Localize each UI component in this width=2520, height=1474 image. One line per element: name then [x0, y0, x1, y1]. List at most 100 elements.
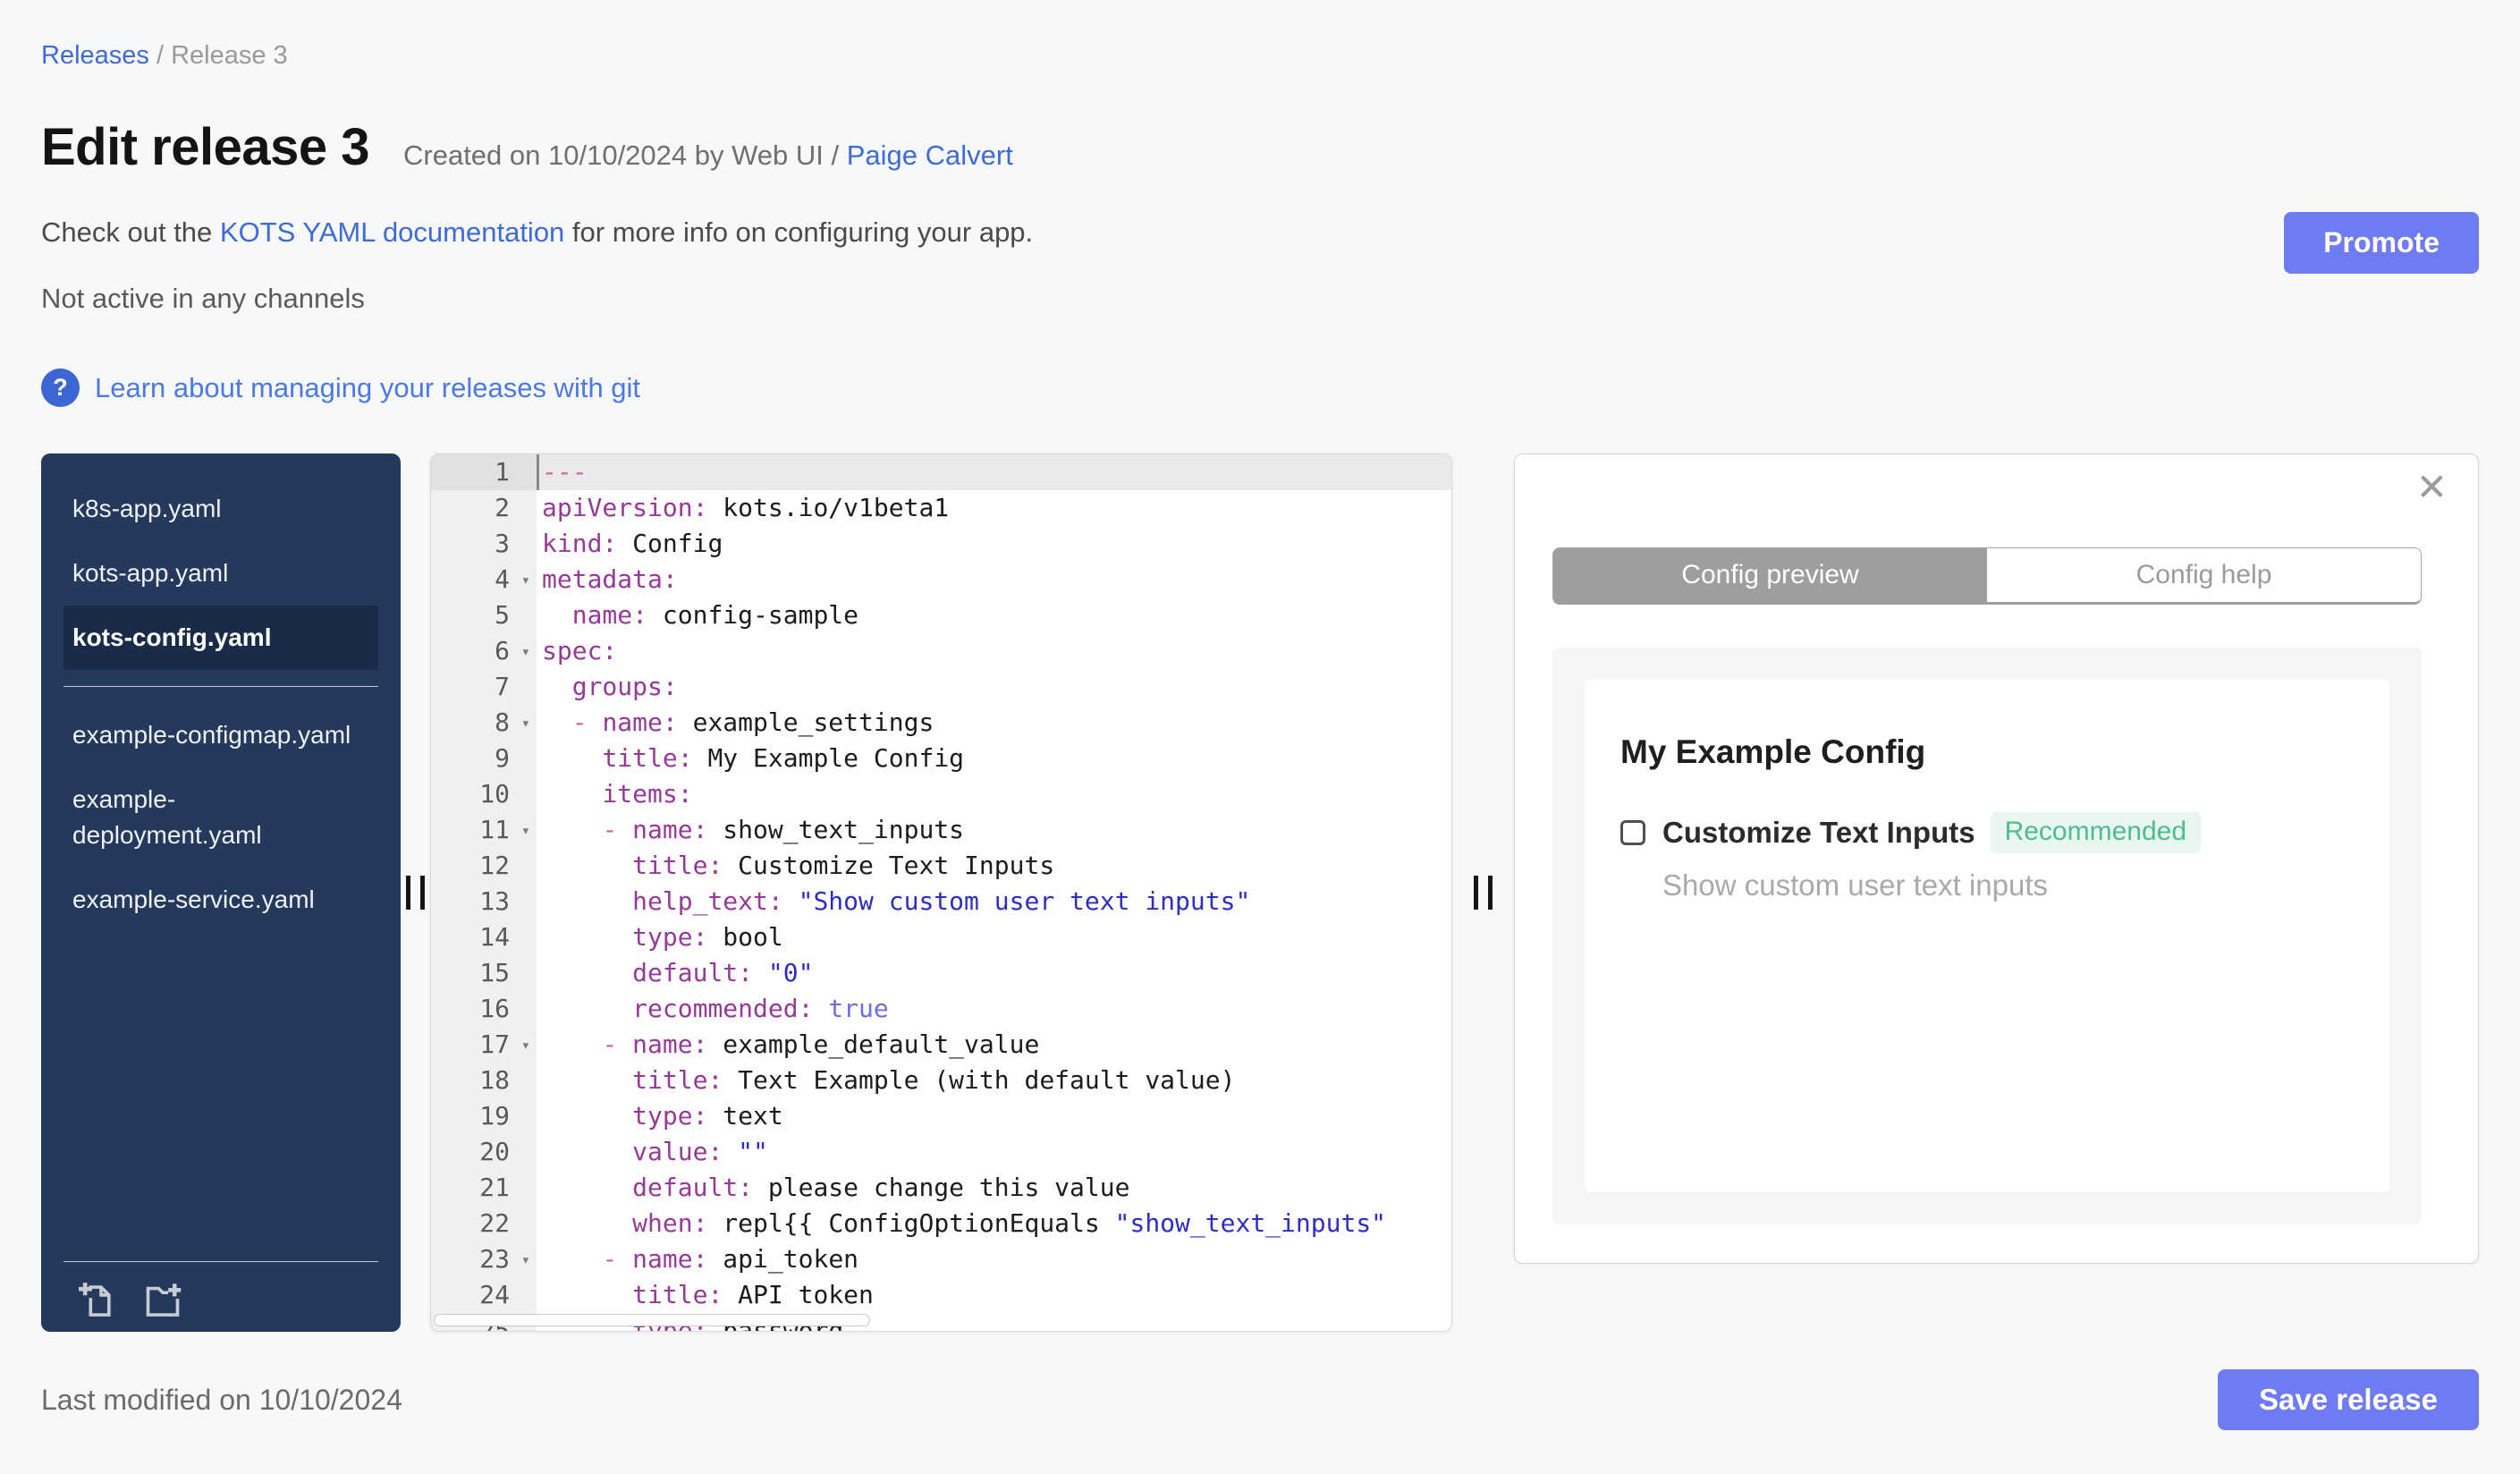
code-text: type: text: [632, 1101, 783, 1131]
file-item-k8s-app-yaml[interactable]: k8s-app.yaml: [63, 477, 378, 541]
line-number: 1: [431, 454, 537, 490]
breadcrumb-releases-link[interactable]: Releases: [41, 41, 149, 70]
add-file-icon[interactable]: [76, 1280, 117, 1321]
line-number: 6 ▾: [431, 633, 537, 669]
config-preview-panel: ✕ Config preview Config help My Example C…: [1514, 453, 2479, 1264]
fold-arrow-icon[interactable]: ▾: [521, 706, 530, 741]
file-sidebar: k8s-app.yaml kots-app.yaml kots-config.yam…: [41, 453, 401, 1332]
code-line-6[interactable]: 6 ▾ spec:: [431, 633, 1451, 669]
author-link[interactable]: Paige Calvert: [847, 140, 1013, 171]
file-item-example-configmap-yaml[interactable]: example-configmap.yaml: [63, 703, 378, 767]
code-text: - name: show_text_inputs: [602, 815, 965, 844]
save-release-button[interactable]: Save release: [2217, 1369, 2479, 1430]
code-line-5[interactable]: 5 name: config-sample: [431, 597, 1451, 633]
code-line-1[interactable]: 1 ---: [431, 454, 1451, 490]
code-text: title: API token: [632, 1280, 874, 1309]
code-line-2[interactable]: 2 apiVersion: kots.io/v1beta1: [431, 490, 1451, 526]
code-line-20[interactable]: 20 value: "": [431, 1134, 1451, 1170]
code-line-7[interactable]: 7 groups:: [431, 669, 1451, 705]
preview-tab-group: Config preview Config help: [1552, 547, 2422, 605]
line-number: 3: [431, 526, 537, 562]
code-line-17[interactable]: 17 ▾ - name: example_default_value: [431, 1027, 1451, 1063]
code-line-13[interactable]: 13 help_text: "Show custom user text inp…: [431, 884, 1451, 919]
code-line-23[interactable]: 23 ▾ - name: api_token: [431, 1241, 1451, 1277]
code-text: when: repl{{ ConfigOptionEquals "show_te…: [632, 1208, 1387, 1238]
code-text: apiVersion: kots.io/v1beta1: [542, 493, 950, 522]
config-group-title: My Example Config: [1620, 733, 1926, 770]
code-line-4[interactable]: 4 ▾ metadata:: [431, 562, 1451, 597]
line-number: 10: [431, 776, 537, 812]
close-icon[interactable]: ✕: [2416, 469, 2448, 506]
yaml-code-editor[interactable]: 1 --- 2 apiVersion: kots.io/v1beta1 3 kind: C…: [430, 453, 1452, 1332]
promote-button[interactable]: Promote: [2284, 212, 2479, 274]
file-item-example-deployment-yaml[interactable]: example-deployment.yaml: [63, 767, 378, 868]
code-line-19[interactable]: 19 type: text: [431, 1098, 1451, 1134]
code-line-11[interactable]: 11 ▾ - name: show_text_inputs: [431, 812, 1451, 848]
code-text: title: Customize Text Inputs: [632, 851, 1055, 880]
code-line-24[interactable]: 24 title: API token: [431, 1277, 1451, 1313]
code-text: title: My Example Config: [602, 743, 965, 773]
docs-line-pre: Check out the: [41, 216, 220, 248]
tab-config-help[interactable]: Config help: [1987, 548, 2421, 602]
file-item-kots-config-yaml[interactable]: kots-config.yaml: [63, 606, 378, 670]
resize-handle[interactable]: [1474, 876, 1493, 910]
channel-status: Not active in any channels: [41, 283, 365, 314]
code-text: spec:: [542, 636, 618, 665]
editor-horizontal-scrollbar[interactable]: [434, 1314, 870, 1326]
fold-arrow-icon[interactable]: ▾: [521, 813, 530, 849]
code-text: kind: Config: [542, 529, 723, 558]
fold-arrow-icon[interactable]: ▾: [521, 634, 530, 670]
code-line-21[interactable]: 21 default: please change this value: [431, 1170, 1451, 1206]
line-number: 18: [431, 1063, 537, 1098]
code-text: recommended: true: [632, 994, 889, 1023]
code-text: default: "0": [632, 958, 814, 987]
fold-arrow-icon[interactable]: ▾: [521, 1028, 530, 1063]
breadcrumb-current: Release 3: [171, 41, 288, 70]
code-line-8[interactable]: 8 ▾ - name: example_settings: [431, 705, 1451, 741]
code-line-9[interactable]: 9 title: My Example Config: [431, 741, 1451, 776]
config-preview-body: My Example Config Customize Text Inputs …: [1552, 648, 2422, 1224]
line-number: 11 ▾: [431, 812, 537, 848]
sidebar-resize-gutter: [401, 453, 430, 1332]
question-mark-icon: ?: [41, 368, 80, 407]
code-line-16[interactable]: 16 recommended: true: [431, 991, 1451, 1027]
file-item-example-service-yaml[interactable]: example-service.yaml: [63, 868, 378, 932]
customize-text-inputs-checkbox[interactable]: [1620, 820, 1645, 845]
line-number: 15: [431, 955, 537, 991]
resize-handle[interactable]: [406, 876, 425, 910]
code-line-22[interactable]: 22 when: repl{{ ConfigOptionEquals "show…: [431, 1206, 1451, 1241]
code-lines: 1 --- 2 apiVersion: kots.io/v1beta1 3 kind: C…: [431, 454, 1451, 1331]
git-releases-link[interactable]: Learn about managing your releases with …: [95, 372, 640, 404]
page-title: Edit release 3: [41, 118, 370, 176]
line-number: 22: [431, 1206, 537, 1241]
file-list: k8s-app.yaml kots-app.yaml kots-config.yam…: [41, 477, 401, 1261]
code-line-3[interactable]: 3 kind: Config: [431, 526, 1451, 562]
title-row: Edit release 3 Created on 10/10/2024 by …: [41, 117, 2479, 177]
config-item-row: Customize Text Inputs Recommended: [1620, 812, 2354, 853]
fold-arrow-icon[interactable]: ▾: [521, 1242, 530, 1278]
config-group-card: My Example Config Customize Text Inputs …: [1585, 680, 2389, 1192]
code-line-10[interactable]: 10 items:: [431, 776, 1451, 812]
tab-config-preview[interactable]: Config preview: [1553, 548, 1987, 602]
code-line-14[interactable]: 14 type: bool: [431, 919, 1451, 955]
line-number: 9: [431, 741, 537, 776]
kots-yaml-docs-link[interactable]: KOTS YAML documentation: [220, 216, 564, 248]
code-text: title: Text Example (with default value): [632, 1065, 1236, 1095]
code-text: name: config-sample: [571, 600, 859, 630]
file-item-kots-app-yaml[interactable]: kots-app.yaml: [63, 541, 378, 606]
code-line-15[interactable]: 15 default: "0": [431, 955, 1451, 991]
line-number: 21: [431, 1170, 537, 1206]
code-text: help_text: "Show custom user text inputs…: [632, 886, 1251, 916]
line-number: 13: [431, 884, 537, 919]
docs-line-post: for more info on configuring your app.: [564, 216, 1034, 248]
code-line-18[interactable]: 18 title: Text Example (with default val…: [431, 1063, 1451, 1098]
config-item-label[interactable]: Customize Text Inputs: [1662, 816, 1975, 850]
code-line-12[interactable]: 12 title: Customize Text Inputs: [431, 848, 1451, 884]
created-on-prefix: Created on 10/10/2024 by Web UI /: [403, 140, 847, 171]
footer-row: Last modified on 10/10/2024 Save release: [41, 1369, 2479, 1430]
fold-arrow-icon[interactable]: ▾: [521, 563, 530, 598]
add-folder-icon[interactable]: [142, 1280, 183, 1321]
line-number: 8 ▾: [431, 705, 537, 741]
code-text: groups:: [571, 672, 678, 701]
created-on-text: Created on 10/10/2024 by Web UI / Paige …: [403, 140, 1013, 172]
